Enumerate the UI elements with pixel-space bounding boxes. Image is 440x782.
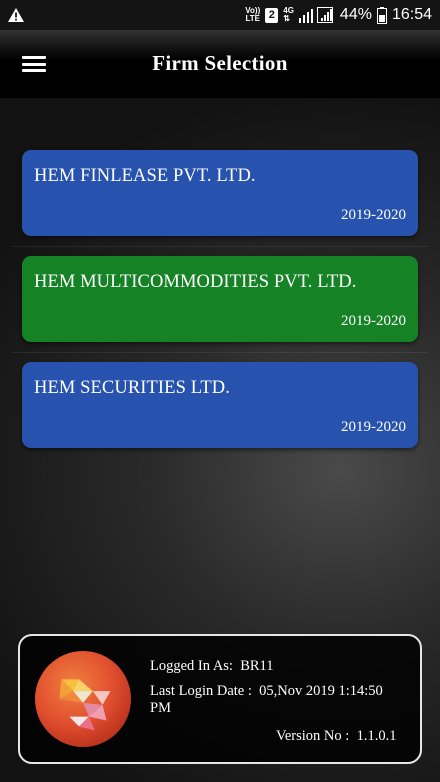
list-divider <box>12 246 428 247</box>
logged-in-row: Logged In As: BR11 <box>150 658 274 674</box>
last-login-row: Last Login Date : 05,Nov 2019 1:14:50 PM <box>150 683 383 716</box>
firm-card-hem-multicommodities[interactable]: HEM MULTICOMMODITIES PVT. LTD. 2019-2020 <box>22 256 418 342</box>
firm-name: HEM MULTICOMMODITIES PVT. LTD. <box>34 272 357 292</box>
hem-logo-icon <box>34 650 132 748</box>
firm-year: 2019-2020 <box>341 207 406 223</box>
page-title: Firm Selection <box>152 51 288 75</box>
network-type-indicator: 4G ⇅ <box>283 6 294 23</box>
firm-card-hem-securities[interactable]: HEM SECURITIES LTD. 2019-2020 <box>22 362 418 448</box>
battery-icon <box>376 6 387 24</box>
battery-percent: 44% <box>339 6 372 23</box>
sim-indicator: 2 <box>265 7 279 23</box>
login-info-card: Logged In As: BR11 Last Login Date : 05,… <box>18 634 422 764</box>
firm-year: 2019-2020 <box>341 313 406 329</box>
volte-indicator: Vo)) LTE <box>245 6 261 23</box>
app-header: Firm Selection <box>0 30 440 98</box>
warning-icon <box>8 8 24 22</box>
version-row: Version No : 1.1.0.1 <box>276 728 397 744</box>
firm-name: HEM SECURITIES LTD. <box>34 378 230 398</box>
firm-name: HEM FINLEASE PVT. LTD. <box>34 166 256 186</box>
version-value: 1.1.0.1 <box>356 728 397 744</box>
signal-strength-icon <box>298 7 333 23</box>
firm-card-hem-finlease[interactable]: HEM FINLEASE PVT. LTD. 2019-2020 <box>22 150 418 236</box>
list-divider <box>12 352 428 353</box>
clock: 16:54 <box>391 6 432 23</box>
status-bar: Vo)) LTE 2 4G ⇅ 44% 16:54 <box>0 0 440 30</box>
firm-year: 2019-2020 <box>341 419 406 435</box>
logged-in-user: BR11 <box>240 658 274 674</box>
